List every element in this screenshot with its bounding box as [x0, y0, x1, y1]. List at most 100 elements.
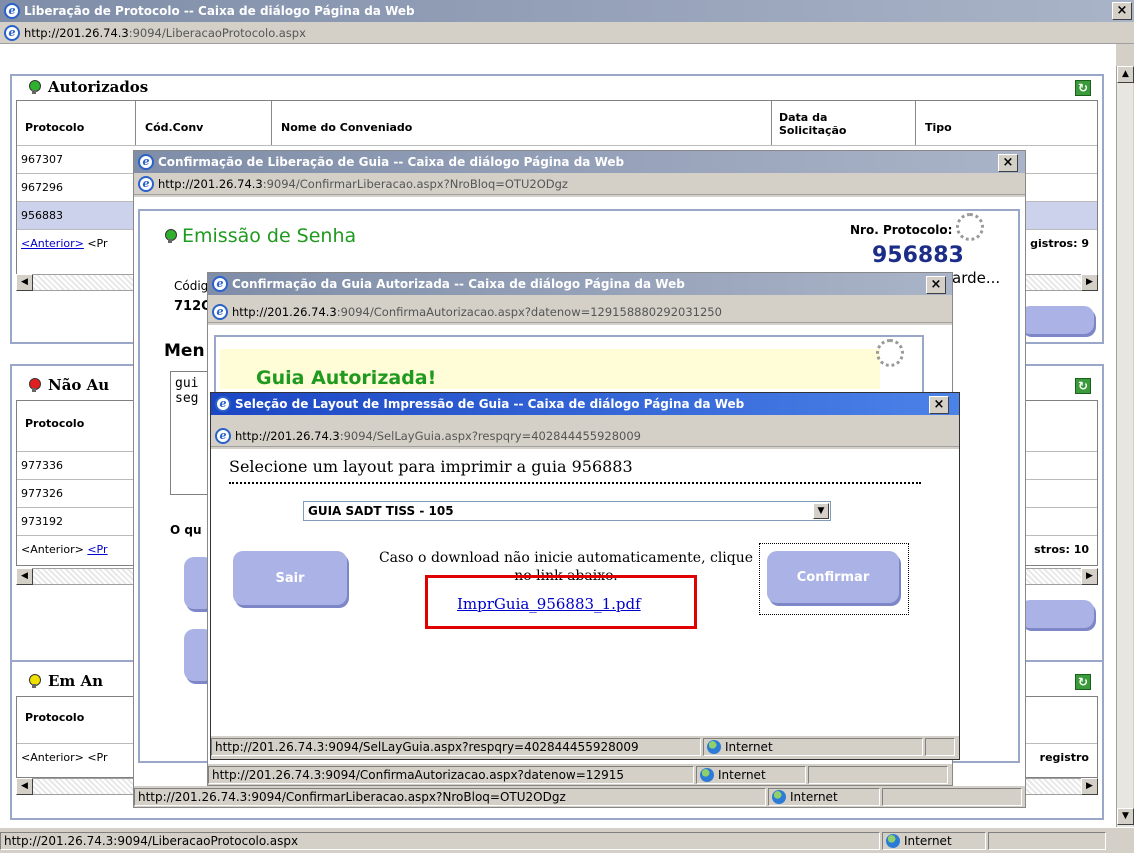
dialog2-url-path: :9094/ConfirmaAutorizacao.aspx?datenow=1… [336, 304, 722, 319]
col-protocolo: Protocolo [25, 711, 85, 724]
registros-label: gistros: 9 [1030, 237, 1089, 250]
col-tipo: Tipo [925, 121, 952, 134]
nro-protocolo-value: 956883 [872, 243, 964, 268]
dialog3-url-host: http://201.26.74.3 [235, 428, 340, 443]
dialog3-close-button[interactable]: × [929, 396, 949, 414]
dialog2-address-bar: e http://201.26.74.3:9094/ConfirmaAutori… [208, 301, 952, 323]
bulb-icon [28, 378, 41, 392]
layout-select-value: GUIA SADT TISS - 105 [308, 504, 454, 518]
panel-em-analise-title: Em An [48, 672, 104, 690]
main-vscroll[interactable]: ▲ ▼ [1116, 66, 1134, 827]
bulb-icon [28, 80, 41, 94]
col-data: Data da Solicitação [779, 111, 859, 137]
pager-text: <Anterior> <Pr [21, 751, 108, 764]
main-status-zone: Internet [882, 831, 986, 850]
main-title-bar: e Liberação de Protocolo -- Caixa de diá… [0, 0, 1134, 22]
bulb-icon [164, 229, 177, 243]
layout-select[interactable]: GUIA SADT TISS - 105 ▼ [303, 501, 831, 521]
scroll-right-icon[interactable]: ▶ [1081, 778, 1098, 795]
dialog3-title: Seleção de Layout de Impressão de Guia -… [235, 397, 745, 411]
scroll-right-icon[interactable]: ▶ [1081, 274, 1098, 291]
panel-em-analise-header: Em An [28, 672, 103, 690]
mensagem-textarea[interactable]: gui seg [170, 371, 210, 495]
codigo-label: Códig [174, 279, 209, 293]
row-protocolo: 977326 [21, 487, 63, 500]
sair-button[interactable]: Sair [233, 551, 347, 605]
main-title: Liberação de Protocolo -- Caixa de diálo… [24, 4, 415, 18]
row-protocolo: 977336 [21, 459, 63, 472]
ie-icon: e [215, 427, 231, 444]
bulb-icon [28, 674, 41, 688]
dialog3-address-bar: e http://201.26.74.3:9094/SelLayGuia.asp… [211, 425, 959, 447]
refresh-icon[interactable]: ↻ [1075, 378, 1091, 394]
dialog2-status-zone: Internet [696, 765, 806, 784]
globe-icon [886, 833, 900, 848]
dialog1-heading-text: Emissão de Senha [182, 225, 357, 247]
main-status-url: http://201.26.74.3:9094/LiberacaoProtoco… [0, 831, 880, 850]
dialog2-title: Confirmação da Guia Autorizada -- Caixa … [232, 277, 685, 291]
row-protocolo: 967307 [21, 153, 63, 166]
status-empty [988, 831, 1106, 850]
pager-prev-link[interactable]: <Anterior> [21, 237, 84, 250]
scroll-down-icon[interactable]: ▼ [1117, 808, 1134, 825]
col-divider [771, 101, 772, 145]
dialog1-status-bar: http://201.26.74.3:9094/ConfirmarLiberac… [134, 785, 1025, 807]
scroll-left-icon[interactable]: ◀ [16, 274, 33, 291]
dialog2-heading: Guia Autorizada! [256, 367, 437, 389]
panel-autorizados-header: Autorizados [28, 78, 148, 96]
ie-icon: e [215, 396, 231, 412]
dialog1-close-button[interactable]: × [998, 154, 1018, 172]
nao-autorizados-action-button[interactable] [1020, 600, 1094, 628]
dialog1-title-bar: e Confirmação de Liberação de Guia -- Ca… [134, 151, 1025, 173]
aguarde-text: arde... [952, 269, 1001, 287]
dialog3-status-bar: http://201.26.74.3:9094/SelLayGuia.aspx?… [211, 735, 959, 757]
status-empty [882, 787, 1022, 806]
nro-protocolo-label: Nro. Protocolo: [850, 223, 953, 237]
ie-icon: e [212, 303, 228, 320]
globe-icon [700, 767, 714, 782]
dialog1-status-url: http://201.26.74.3:9094/ConfirmarLiberac… [134, 787, 766, 806]
col-protocolo: Protocolo [25, 121, 85, 134]
main-url-path: :9094/LiberacaoProtocolo.aspx [128, 25, 306, 40]
spinner-icon [876, 339, 904, 367]
dialog3-status-zone: Internet [703, 737, 923, 756]
dialog1-title: Confirmação de Liberação de Guia -- Caix… [158, 155, 625, 169]
dialog1-heading: Emissão de Senha [164, 225, 356, 247]
download-link-highlight [425, 575, 697, 629]
row-protocolo: 967296 [21, 181, 63, 194]
refresh-icon[interactable]: ↻ [1075, 674, 1091, 690]
panel-nao-autorizados-header: Não Au [28, 376, 109, 394]
dialog1-status-zone: Internet [768, 787, 880, 806]
codigo-value: 712C [174, 299, 211, 314]
main-close-button[interactable]: × [1112, 2, 1132, 20]
globe-icon [707, 739, 721, 754]
dialog2-status-bar: http://201.26.74.3:9094/ConfirmaAutoriza… [208, 763, 952, 785]
dropdown-arrow-icon[interactable]: ▼ [813, 503, 829, 519]
panel-nao-autorizados-title: Não Au [48, 376, 110, 394]
scroll-up-icon[interactable]: ▲ [1117, 66, 1134, 83]
pager-next-link[interactable]: <Pr [87, 543, 107, 556]
dialog1-url-path: :9094/ConfirmarLiberacao.aspx?NroBloq=OT… [262, 176, 568, 191]
scroll-left-icon[interactable]: ◀ [16, 568, 33, 585]
globe-icon [772, 789, 786, 804]
status-empty [808, 765, 948, 784]
scroll-right-icon[interactable]: ▶ [1081, 568, 1098, 585]
ie-icon: e [4, 3, 20, 19]
row-protocolo: 973192 [21, 515, 63, 528]
layout-prompt: Selecione um layout para imprimir a guia… [229, 457, 633, 476]
spinner-icon [956, 213, 984, 241]
scroll-left-icon[interactable]: ◀ [16, 778, 33, 795]
prompt-divider [229, 482, 921, 484]
confirmar-button[interactable]: Confirmar [767, 551, 899, 603]
col-divider [271, 101, 272, 145]
dialog2-close-button[interactable]: × [926, 276, 946, 294]
main-address-bar: e http://201.26.74.3:9094/LiberacaoProto… [0, 22, 1134, 44]
status-empty [925, 737, 955, 756]
ie-icon: e [138, 154, 154, 170]
refresh-icon[interactable]: ↻ [1075, 80, 1091, 96]
registros-label: stros: 10 [1034, 543, 1089, 556]
autorizados-action-button[interactable] [1020, 306, 1094, 334]
ie-icon: e [4, 24, 20, 41]
col-nome: Nome do Conveniado [281, 121, 413, 134]
dialog2-title-bar: e Confirmação da Guia Autorizada -- Caix… [208, 273, 952, 295]
